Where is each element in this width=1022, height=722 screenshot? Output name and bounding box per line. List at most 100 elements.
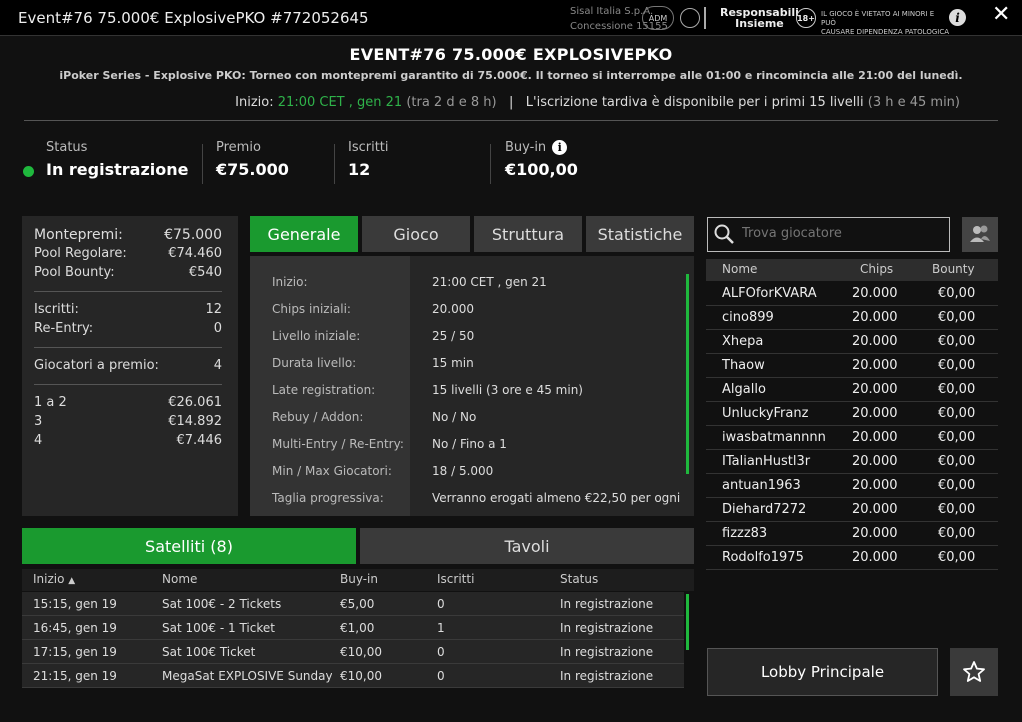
buyin-block: Buy-in i €100,00	[505, 140, 578, 188]
status-block: Status In registrazione	[46, 140, 188, 188]
iscritti-row: Iscritti: 12	[34, 302, 222, 317]
table-row[interactable]: 17:15, gen 19 Sat 100€ Ticket €10,00 0 In re…	[22, 640, 684, 664]
satellites-scrollbar[interactable]	[686, 594, 689, 650]
lobby-button[interactable]: Lobby Principale	[707, 648, 938, 696]
col-sat-entrants[interactable]: Iscritti	[437, 572, 474, 586]
friends-button[interactable]	[962, 217, 998, 252]
col-sat-name[interactable]: Nome	[162, 572, 197, 586]
table-row[interactable]: ALFOforKVARA 20.000 €0,00	[706, 282, 998, 306]
player-chips: 20.000	[852, 550, 898, 565]
general-scrollbar[interactable]	[686, 274, 689, 474]
general-value: 21:00 CET , gen 21	[432, 275, 547, 289]
player-name: Xhepa	[722, 334, 764, 349]
payout-place: 4	[34, 433, 43, 448]
sat-entrants: 0	[437, 645, 445, 659]
player-name: Thaow	[722, 358, 765, 373]
player-name: UnluckyFranz	[722, 406, 809, 421]
col-sat-status[interactable]: Status	[560, 572, 598, 586]
table-row[interactable]: cino899 20.000 €0,00	[706, 306, 998, 330]
buyin-value: €100,00	[505, 160, 578, 179]
buyin-info-icon[interactable]: i	[552, 140, 568, 155]
table-row[interactable]: ITalianHustl3r 20.000 €0,00	[706, 450, 998, 474]
table-row[interactable]: antuan1963 20.000 €0,00	[706, 474, 998, 498]
payout-place: 1 a 2	[34, 395, 67, 410]
col-sat-buyin[interactable]: Buy-in	[340, 572, 378, 586]
table-row[interactable]: Diehard7272 20.000 €0,00	[706, 498, 998, 522]
player-name: ALFOforKVARA	[722, 286, 817, 301]
sat-name: Sat 100€ Ticket	[162, 645, 256, 659]
table-row[interactable]: Thaow 20.000 €0,00	[706, 354, 998, 378]
prize-value: €75.000	[216, 160, 289, 179]
status-label: Status	[46, 140, 88, 155]
player-bounty: €0,00	[938, 550, 976, 565]
sat-buyin: €10,00	[340, 669, 382, 683]
table-row[interactable]: Rodolfo1975 20.000 €0,00	[706, 546, 998, 570]
pool-regular-label: Pool Regolare:	[34, 246, 127, 261]
status-divider	[334, 144, 335, 184]
sat-status: In registrazione	[560, 597, 654, 611]
player-bounty: €0,00	[938, 430, 976, 445]
table-row[interactable]: 21:15, gen 19 MegaSat EXPLOSIVE Sunday ..…	[22, 664, 684, 688]
sat-start: 17:15, gen 19	[33, 645, 117, 659]
sat-entrants: 0	[437, 597, 445, 611]
general-label: Livello iniziale:	[272, 329, 361, 343]
sat-start: 15:15, gen 19	[33, 597, 117, 611]
col-chips[interactable]: Chips	[860, 262, 893, 276]
payout-amount: €26.061	[168, 395, 222, 410]
player-name: antuan1963	[722, 478, 801, 493]
general-value: 18 / 5.000	[432, 464, 494, 478]
pool-bounty-row: Pool Bounty: €540	[34, 265, 222, 280]
sat-buyin: €1,00	[340, 621, 375, 635]
close-icon[interactable]: ✕	[992, 2, 1010, 27]
payout-row: 1 a 2 €26.061	[34, 395, 222, 410]
entrants-label: Iscritti	[348, 140, 389, 155]
player-bounty: €0,00	[938, 286, 976, 301]
tab-gioco[interactable]: Gioco	[362, 216, 470, 252]
col-bounty[interactable]: Bounty	[932, 262, 975, 276]
payout-row: 4 €7.446	[34, 433, 222, 448]
player-bounty: €0,00	[938, 526, 976, 541]
tab-generale[interactable]: Generale	[250, 216, 358, 252]
adm-logo: ADM	[642, 6, 674, 30]
col-start[interactable]: Inizio ▲	[33, 572, 75, 586]
table-row[interactable]: iwasbatmannnn 20.000 €0,00	[706, 426, 998, 450]
tab-satelliti[interactable]: Satelliti (8)	[22, 528, 356, 564]
status-divider	[202, 144, 203, 184]
table-row[interactable]: fizzz83 20.000 €0,00	[706, 522, 998, 546]
pool-bounty-value: €540	[188, 265, 222, 280]
pool-bounty-label: Pool Bounty:	[34, 265, 115, 280]
table-row[interactable]: Xhepa 20.000 €0,00	[706, 330, 998, 354]
player-chips: 20.000	[852, 286, 898, 301]
general-label: Rebuy / Addon:	[272, 410, 364, 424]
status-dot-icon	[23, 166, 34, 177]
players-table-header: Nome Chips Bounty	[706, 259, 998, 281]
tab-tavoli[interactable]: Tavoli	[360, 528, 694, 564]
player-bounty: €0,00	[938, 334, 976, 349]
users-icon	[970, 225, 990, 242]
satellites-table-header: Inizio ▲ Nome Buy-in Iscritti Status	[22, 569, 694, 591]
late-registration-relative: (3 h e 45 min)	[867, 95, 960, 110]
tab-struttura[interactable]: Struttura	[474, 216, 582, 252]
sat-status: In registrazione	[560, 621, 654, 635]
general-label: Chips iniziali:	[272, 302, 351, 316]
pool-regular-value: €74.460	[168, 246, 222, 261]
search-input[interactable]	[742, 226, 942, 241]
gambling-warning: IL GIOCO È VIETATO AI MINORI E PUÒ CAUSA…	[821, 10, 951, 37]
favorite-button[interactable]	[950, 648, 998, 696]
table-row[interactable]: UnluckyFranz 20.000 €0,00	[706, 402, 998, 426]
paid-value: 4	[213, 358, 222, 373]
col-name[interactable]: Nome	[722, 262, 757, 276]
table-row[interactable]: 15:15, gen 19 Sat 100€ - 2 Tickets €5,00 0 I…	[22, 592, 684, 616]
reentry-row: Re-Entry: 0	[34, 321, 222, 336]
tab-statistiche[interactable]: Statistiche	[586, 216, 694, 252]
player-bounty: €0,00	[938, 502, 976, 517]
info-icon[interactable]: i	[949, 9, 966, 26]
table-row[interactable]: Algallo 20.000 €0,00	[706, 378, 998, 402]
warning-line2: CAUSARE DIPENDENZA PATOLOGICA	[821, 28, 949, 36]
table-row[interactable]: 16:45, gen 19 Sat 100€ - 1 Ticket €1,00 1 In…	[22, 616, 684, 640]
payout-place: 3	[34, 414, 43, 429]
general-value: No / Fino a 1	[432, 437, 507, 451]
player-chips: 20.000	[852, 358, 898, 373]
warning-line1: IL GIOCO È VIETATO AI MINORI E PUÒ	[821, 10, 935, 27]
prize-label: Premio	[216, 140, 261, 155]
